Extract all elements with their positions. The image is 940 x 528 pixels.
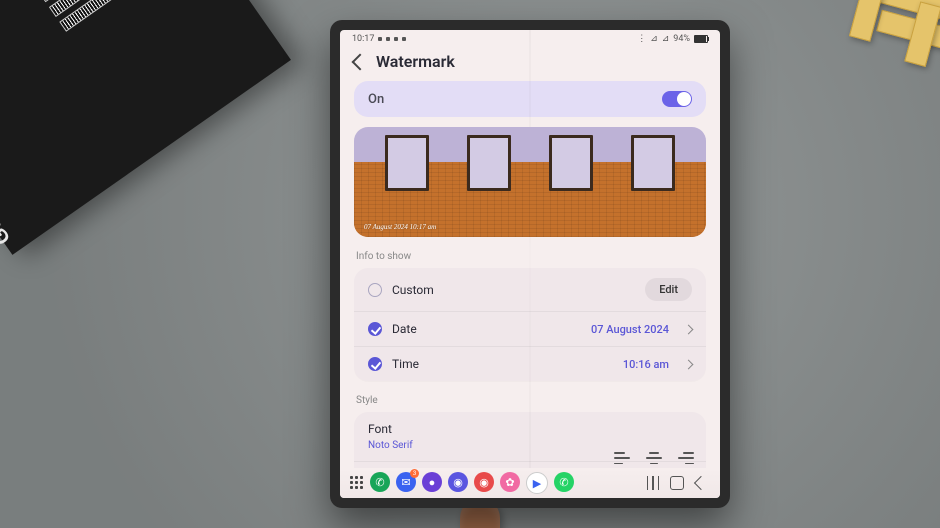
scene-root: Galaxy Z Fold6 10:17 — [0, 0, 940, 528]
align-right-icon[interactable] — [678, 452, 694, 464]
font-value: Noto Serif — [368, 440, 413, 451]
app-bixby[interactable]: ● — [422, 472, 442, 492]
app-whatsapp[interactable]: ✆ — [554, 472, 574, 492]
status-notification-icon — [378, 37, 382, 41]
product-box-barcodes — [21, 0, 189, 32]
app-camera[interactable]: ◉ — [474, 472, 494, 492]
toggle-switch[interactable] — [662, 91, 692, 107]
content-area[interactable]: On 07 August 2024 10:17 am — [340, 81, 720, 490]
row-date-value: 07 August 2024 — [591, 323, 669, 336]
radio-custom[interactable] — [368, 283, 382, 297]
battery-pct: 94% — [673, 34, 690, 44]
taskbar-apps: ✆ ✉3 ● ◉ ◉ ✿ ▶ ✆ — [370, 472, 574, 494]
page-header: Watermark — [340, 46, 720, 81]
nav-back-button[interactable] — [692, 474, 710, 492]
watermark-preview: 07 August 2024 10:17 am — [354, 127, 706, 237]
preview-window — [549, 135, 593, 191]
chevron-right-icon — [684, 324, 694, 334]
device-frame: 10:17 ⋮ ⊿ ⊿ 94% Watermark — [330, 20, 730, 508]
badge: 3 — [410, 469, 419, 478]
watermark-toggle-row[interactable]: On — [354, 81, 706, 117]
preview-window — [385, 135, 429, 191]
radio-date[interactable] — [368, 322, 382, 336]
device-screen: 10:17 ⋮ ⊿ ⊿ 94% Watermark — [340, 30, 720, 498]
edit-button[interactable]: Edit — [645, 278, 692, 301]
font-label: Font — [368, 422, 392, 436]
status-notification-icon — [402, 37, 406, 41]
preview-windows — [354, 135, 706, 191]
radio-time[interactable] — [368, 357, 382, 371]
toggle-label: On — [368, 92, 384, 107]
taskbar: ✆ ✉3 ● ◉ ◉ ✿ ▶ ✆ — [340, 468, 720, 498]
page-title: Watermark — [376, 52, 455, 71]
preview-window — [631, 135, 675, 191]
info-to-show-card: Custom Edit Date 07 August 2024 Time 10:… — [354, 268, 706, 381]
row-time-value: 10:16 am — [623, 358, 669, 371]
row-date[interactable]: Date 07 August 2024 — [354, 311, 706, 346]
nav-home-button[interactable] — [668, 474, 686, 492]
row-time-label: Time — [392, 357, 613, 371]
row-time[interactable]: Time 10:16 am — [354, 346, 706, 381]
align-left-icon[interactable] — [614, 452, 630, 464]
signal-icon: ⊿ — [662, 34, 670, 44]
status-notification-icon — [394, 37, 398, 41]
chevron-right-icon — [684, 359, 694, 369]
barcode — [59, 0, 154, 32]
section-header-info: Info to show — [354, 247, 706, 268]
wifi-icon: ⋮ — [637, 34, 646, 44]
nav-recents-button[interactable] — [644, 474, 662, 492]
row-date-label: Date — [392, 322, 581, 336]
status-time: 10:17 — [352, 34, 374, 44]
app-phone[interactable]: ✆ — [370, 472, 390, 492]
product-box-label: Galaxy Z Fold6 — [0, 113, 16, 248]
section-header-style: Style — [354, 391, 706, 412]
signal-icon: ⊿ — [650, 34, 658, 44]
app-playstore[interactable]: ▶ — [526, 472, 548, 494]
app-gallery[interactable]: ✿ — [500, 472, 520, 492]
app-messages[interactable]: ✉3 — [396, 472, 416, 492]
align-center-icon[interactable] — [646, 452, 662, 464]
alignment-options — [614, 452, 694, 464]
row-custom[interactable]: Custom Edit — [354, 268, 706, 311]
back-button[interactable] — [352, 53, 369, 70]
status-bar: 10:17 ⋮ ⊿ ⊿ 94% — [340, 30, 720, 46]
status-notification-icon — [386, 37, 390, 41]
watermark-overlay-text: 07 August 2024 10:17 am — [364, 223, 436, 231]
row-custom-label: Custom — [392, 283, 635, 297]
toggle-switch-knob — [677, 92, 691, 106]
app-drawer-icon[interactable] — [350, 476, 364, 490]
app-internet[interactable]: ◉ — [448, 472, 468, 492]
preview-window — [467, 135, 511, 191]
battery-icon — [694, 35, 708, 43]
